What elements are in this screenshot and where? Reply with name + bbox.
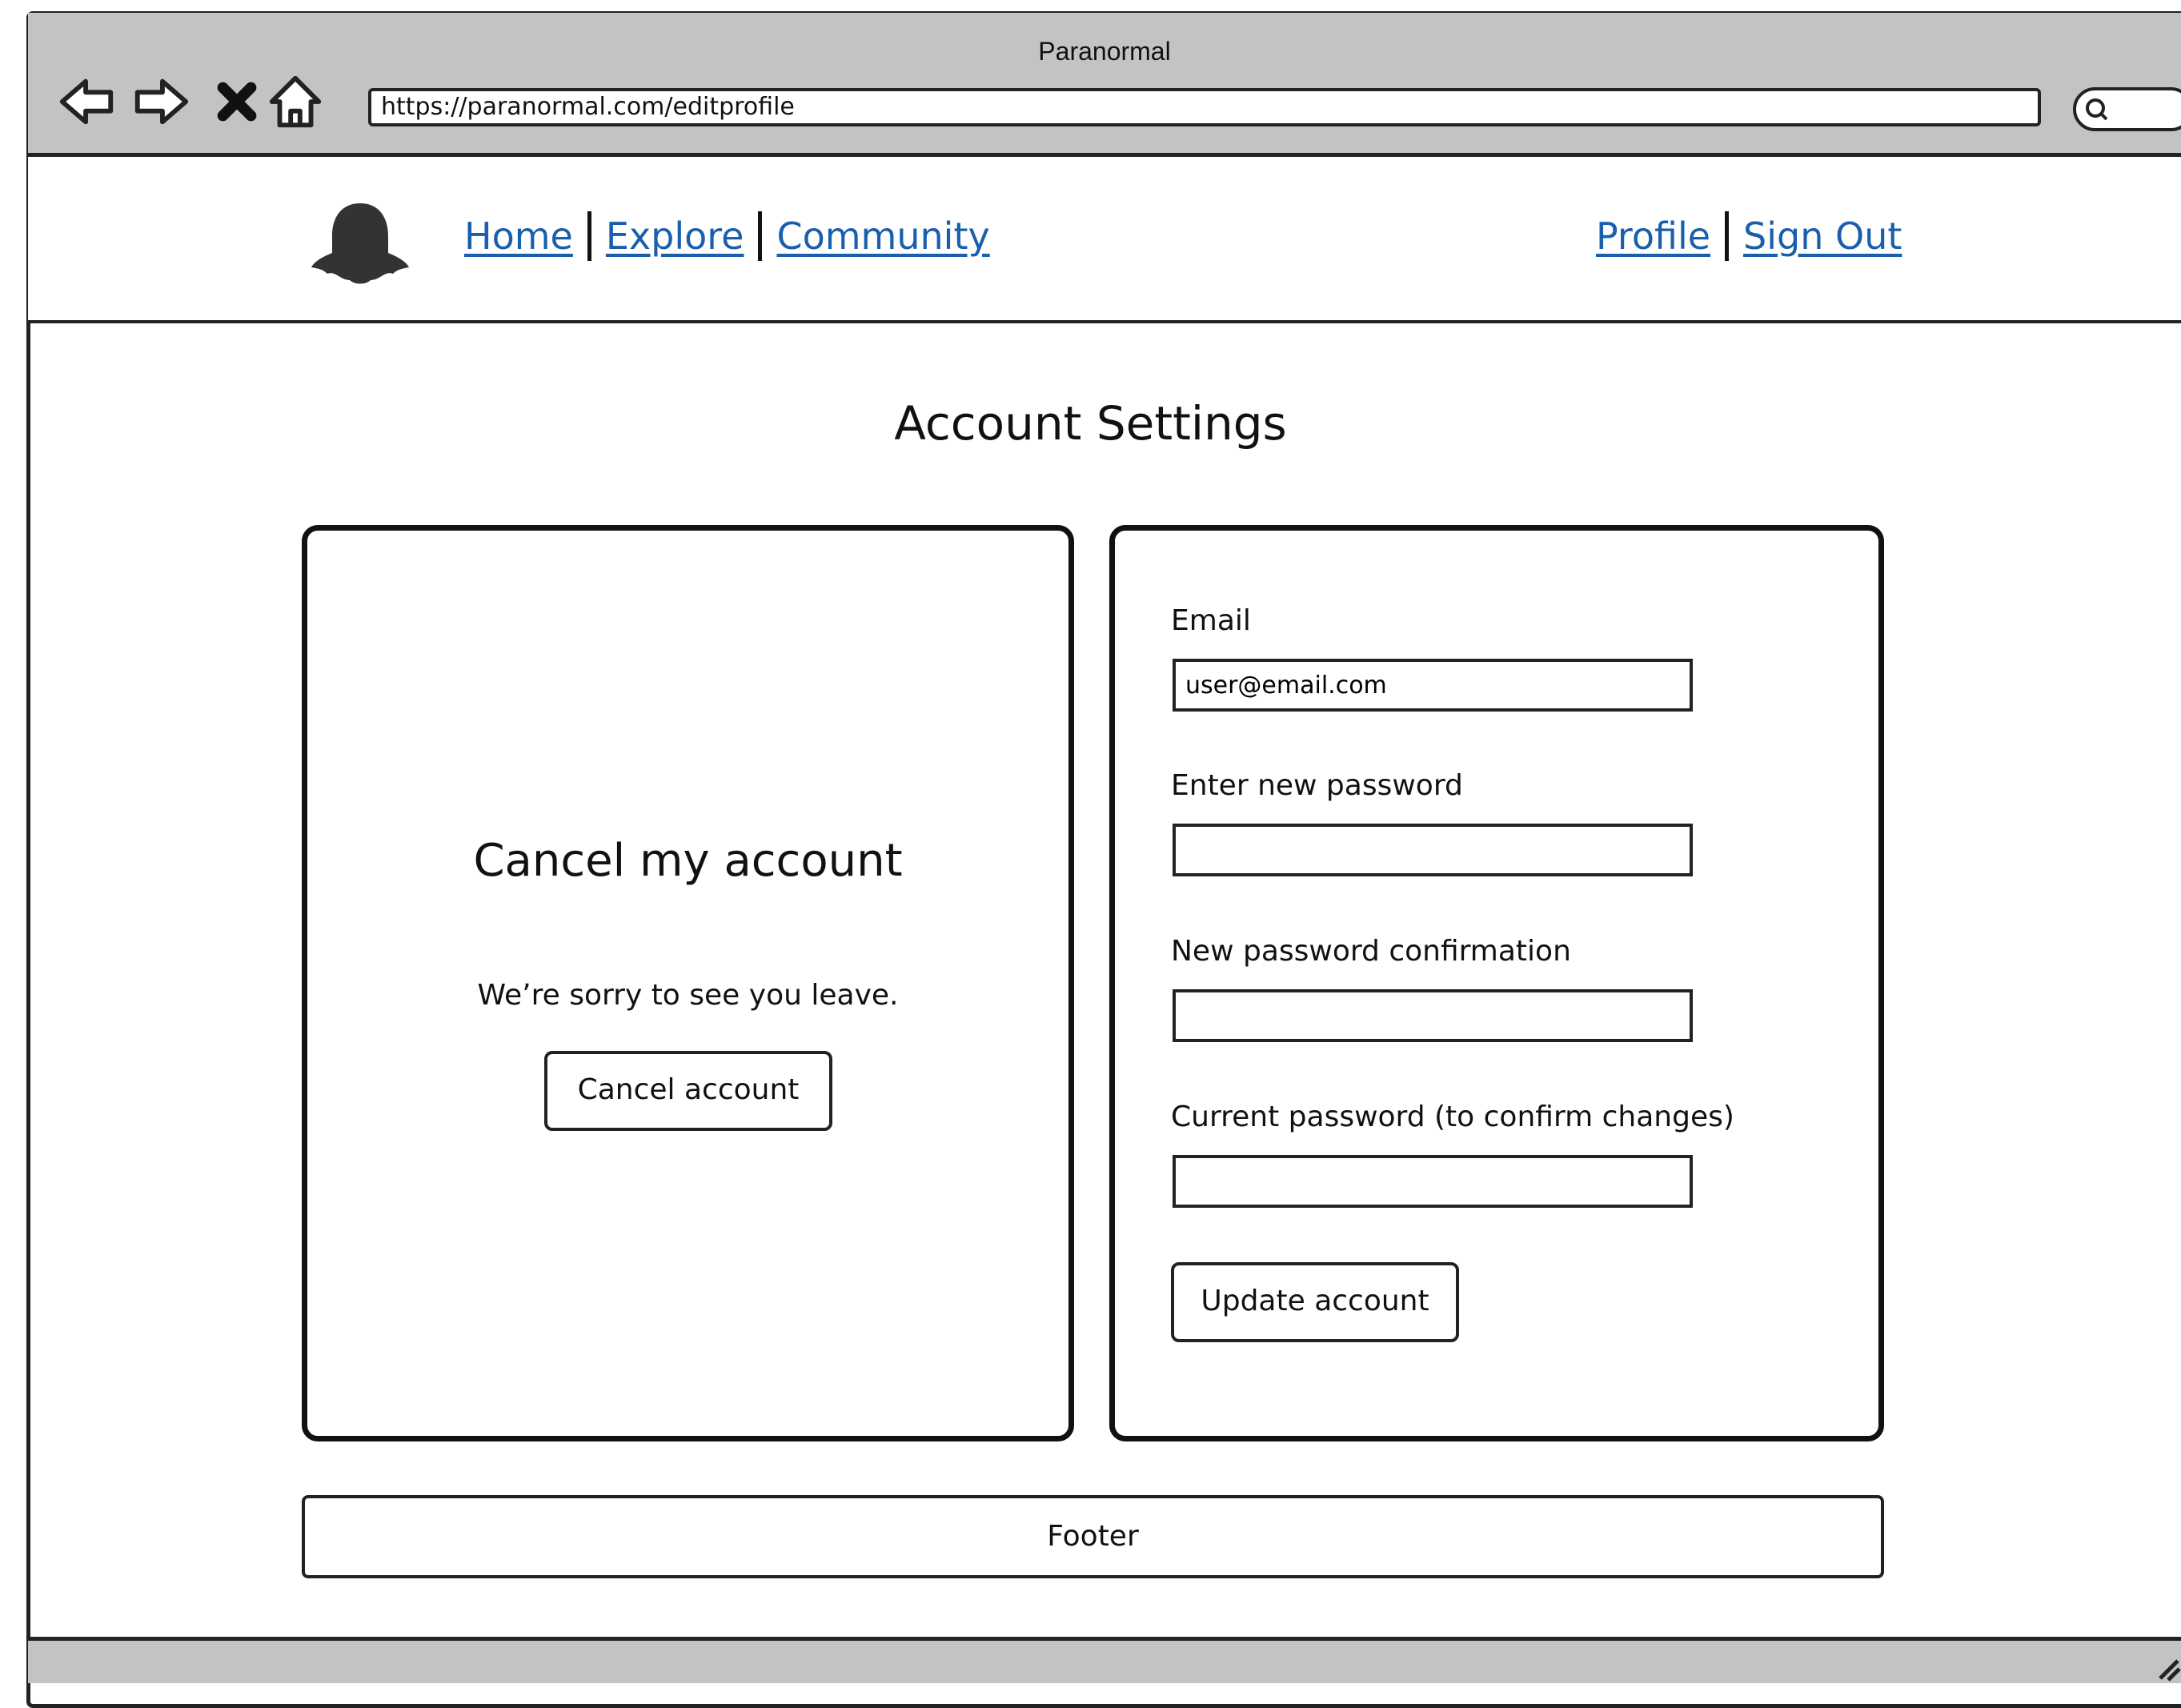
nav-divider <box>587 211 591 261</box>
current-password-field[interactable] <box>1173 1155 1693 1208</box>
cancel-account-panel: Cancel my account We’re sorry to see you… <box>302 525 1074 1441</box>
confirm-password-label: New password confirmation <box>1171 935 1571 968</box>
email-field[interactable] <box>1173 659 1693 712</box>
home-icon[interactable] <box>264 70 327 133</box>
nav-community-link[interactable]: Community <box>776 215 989 258</box>
nav-divider <box>758 211 763 261</box>
resize-grip-icon[interactable] <box>2149 1650 2181 1682</box>
status-bar <box>28 1637 2181 1683</box>
account-nav: Profile Sign Out <box>1596 211 1902 261</box>
back-arrow-icon[interactable] <box>56 70 118 133</box>
account-form-panel: Email Enter new password New password co… <box>1109 525 1884 1441</box>
browser-search-box[interactable] <box>2073 87 2181 131</box>
nav-divider <box>1725 211 1730 261</box>
update-account-button[interactable]: Update account <box>1171 1262 1459 1342</box>
nav-home-link[interactable]: Home <box>464 215 573 258</box>
forward-arrow-icon[interactable] <box>130 70 192 133</box>
nav-sign-out-link[interactable]: Sign Out <box>1743 215 1902 258</box>
site-header: Home Explore Community Profile Sign Out <box>28 157 2181 323</box>
browser-toolbar: Paranormal https://paranormal.com/editpr… <box>28 13 2181 157</box>
new-password-label: Enter new password <box>1171 769 1463 802</box>
nav-explore-link[interactable]: Explore <box>606 215 744 258</box>
new-password-field[interactable] <box>1173 824 1693 876</box>
stop-icon[interactable] <box>206 70 268 133</box>
cancel-message: We’re sorry to see you leave. <box>477 979 899 1012</box>
search-icon <box>2086 98 2108 121</box>
nav-profile-link[interactable]: Profile <box>1596 215 1710 258</box>
footer: Footer <box>302 1495 1884 1578</box>
ghost-icon[interactable] <box>300 197 420 293</box>
current-password-label: Current password (to confirm changes) <box>1171 1101 1734 1133</box>
cancel-account-button[interactable]: Cancel account <box>544 1051 832 1131</box>
confirm-password-field[interactable] <box>1173 989 1693 1042</box>
main-nav: Home Explore Community <box>464 211 990 261</box>
window-title: Paranormal <box>1038 37 1171 66</box>
url-bar[interactable]: https://paranormal.com/editprofile <box>368 88 2041 126</box>
email-label: Email <box>1171 604 1251 637</box>
page-title: Account Settings <box>894 396 1287 451</box>
cancel-heading: Cancel my account <box>473 835 903 887</box>
